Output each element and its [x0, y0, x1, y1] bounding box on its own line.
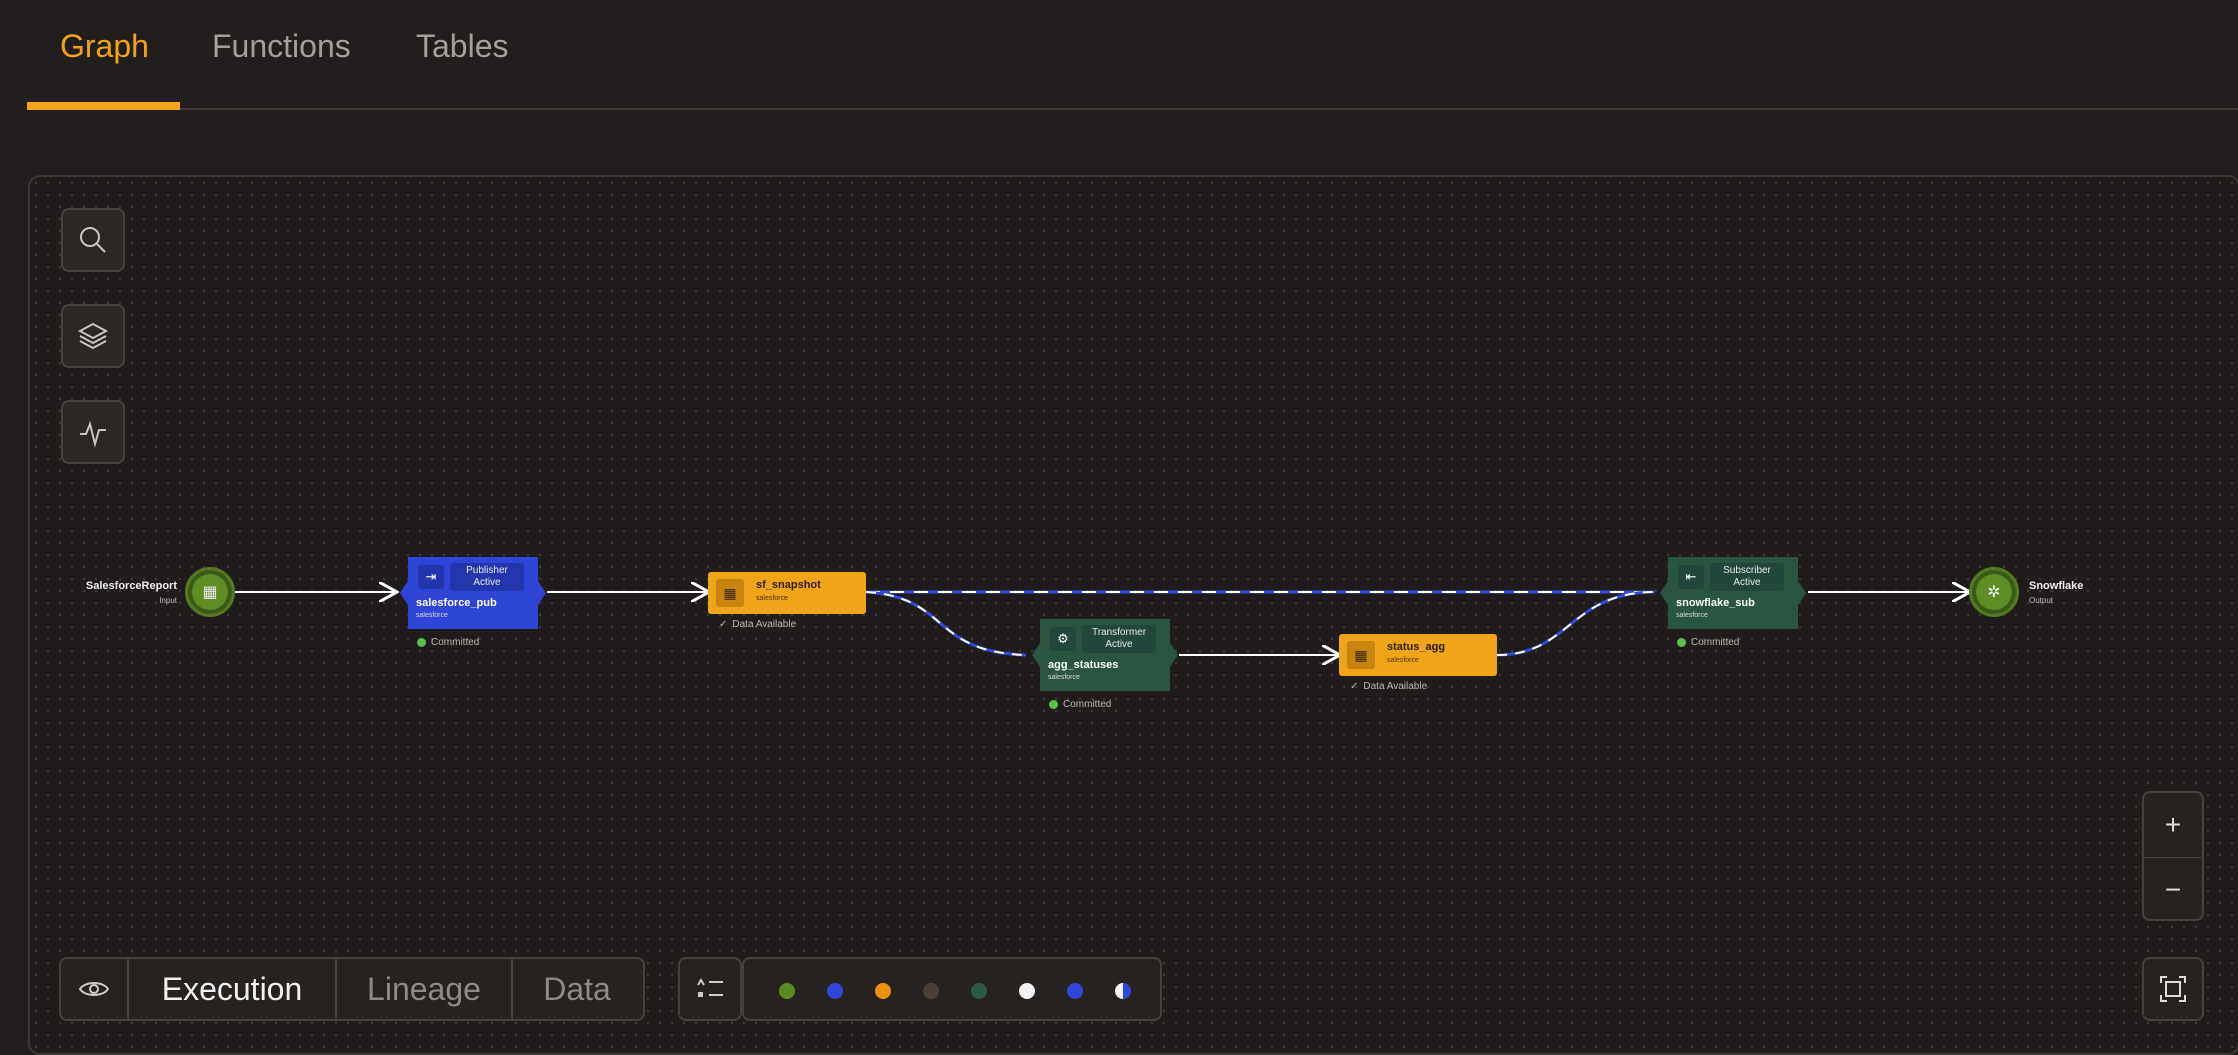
sf-snapshot-status-text: Data Available: [732, 619, 797, 630]
view-lineage[interactable]: Lineage: [337, 959, 513, 1019]
publisher-status: Committed: [417, 637, 479, 648]
sf-snapshot-namespace: salesforce: [756, 595, 788, 602]
table-icon: ▦: [716, 579, 744, 607]
visibility-toggle[interactable]: [61, 959, 129, 1019]
status-agg-namespace: salesforce: [1387, 657, 1419, 664]
enter-icon: ⇥: [418, 565, 444, 589]
edge-snapshot-transformer: [865, 590, 1027, 657]
tab-tables[interactable]: Tables: [416, 28, 509, 65]
legend-dot-white[interactable]: [1019, 983, 1035, 999]
legend-dot-orange[interactable]: [875, 983, 891, 999]
status-legend: [742, 957, 1162, 1021]
zoom-controls: + −: [2142, 791, 2204, 921]
zoom-in-button[interactable]: +: [2144, 793, 2202, 856]
committed-dot: [417, 638, 426, 647]
sf-snapshot-name: sf_snapshot: [756, 579, 821, 591]
legend-toggle-button[interactable]: [678, 957, 742, 1021]
edge-statusagg-subscriber: [1496, 590, 1656, 657]
committed-dot: [1677, 638, 1686, 647]
exit-icon: ⇤: [1678, 565, 1704, 589]
building-icon: ▦: [192, 574, 228, 610]
status-agg-status: ✓ Data Available: [1350, 681, 1427, 692]
status-agg-node[interactable]: ▦ status_agg salesforce: [1339, 634, 1497, 676]
active-tab-indicator: [27, 102, 180, 110]
legend-dot-blue-2[interactable]: [1067, 983, 1083, 999]
sink-label: Snowflake: [2029, 580, 2084, 592]
transformer-node[interactable]: ⚙ Transformer Active agg_statuses salesf…: [1032, 619, 1178, 691]
zoom-out-button[interactable]: −: [2144, 858, 2202, 921]
fit-view-icon: [2160, 976, 2186, 1002]
eye-icon: [79, 982, 109, 996]
legend-dot-half[interactable]: [1115, 983, 1131, 999]
source-label: SalesforceReport: [85, 580, 177, 592]
subscriber-name: snowflake_sub: [1676, 597, 1755, 609]
legend-dot-green[interactable]: [779, 983, 795, 999]
publisher-role: Publisher Active: [450, 563, 524, 591]
publisher-name: salesforce_pub: [416, 597, 497, 609]
subscriber-status: Committed: [1677, 637, 1739, 648]
legend-dot-brown[interactable]: [923, 983, 939, 999]
source-node[interactable]: ▦: [185, 567, 235, 617]
graph-edges: [235, 177, 2238, 1055]
view-data[interactable]: Data: [513, 959, 641, 1019]
transformer-name: agg_statuses: [1048, 659, 1119, 671]
sf-snapshot-status: ✓ Data Available: [719, 619, 796, 630]
subscriber-status-text: Committed: [1691, 637, 1740, 648]
transformer-status: Committed: [1049, 699, 1111, 710]
snowflake-icon: ✲: [1976, 574, 2012, 610]
transformer-status-text: Committed: [1063, 699, 1112, 710]
check-icon: ✓: [719, 619, 728, 630]
legend-dot-dark-green[interactable]: [971, 983, 987, 999]
sort-list-icon: [697, 978, 723, 997]
publisher-node[interactable]: ⇥ Publisher Active salesforce_pub salesf…: [400, 557, 546, 629]
transformer-namespace: salesforce: [1048, 674, 1080, 681]
source-sub: Input: [159, 596, 177, 605]
graph-canvas[interactable]: SalesforceReport Input ▦ ⇥ Publisher Act…: [28, 175, 2238, 1055]
status-agg-status-text: Data Available: [1363, 681, 1428, 692]
tab-graph[interactable]: Graph: [60, 28, 149, 65]
subscriber-role: Subscriber Active: [1710, 563, 1784, 591]
table-icon: ▦: [1347, 641, 1375, 669]
transformer-role: Transformer Active: [1082, 625, 1156, 653]
committed-dot: [1049, 700, 1058, 709]
view-execution[interactable]: Execution: [129, 959, 337, 1019]
tab-bar: Graph Functions Tables: [27, 0, 2238, 110]
publisher-status-text: Committed: [431, 637, 480, 648]
view-mode-bar: Execution Lineage Data: [59, 957, 645, 1021]
sink-sub: Output: [2029, 596, 2054, 605]
tab-functions[interactable]: Functions: [212, 28, 351, 65]
check-icon: ✓: [1350, 681, 1359, 692]
subscriber-node[interactable]: ⇤ Subscriber Active snowflake_sub salesf…: [1660, 557, 1806, 629]
subscriber-namespace: salesforce: [1676, 612, 1708, 619]
gear-icon: ⚙: [1050, 627, 1076, 651]
legend-dot-blue[interactable]: [827, 983, 843, 999]
sf-snapshot-node[interactable]: ▦ sf_snapshot salesforce: [708, 572, 866, 614]
publisher-namespace: salesforce: [416, 612, 448, 619]
fit-view-button[interactable]: [2142, 957, 2204, 1021]
status-agg-name: status_agg: [1387, 641, 1446, 653]
sink-node[interactable]: ✲: [1969, 567, 2019, 617]
